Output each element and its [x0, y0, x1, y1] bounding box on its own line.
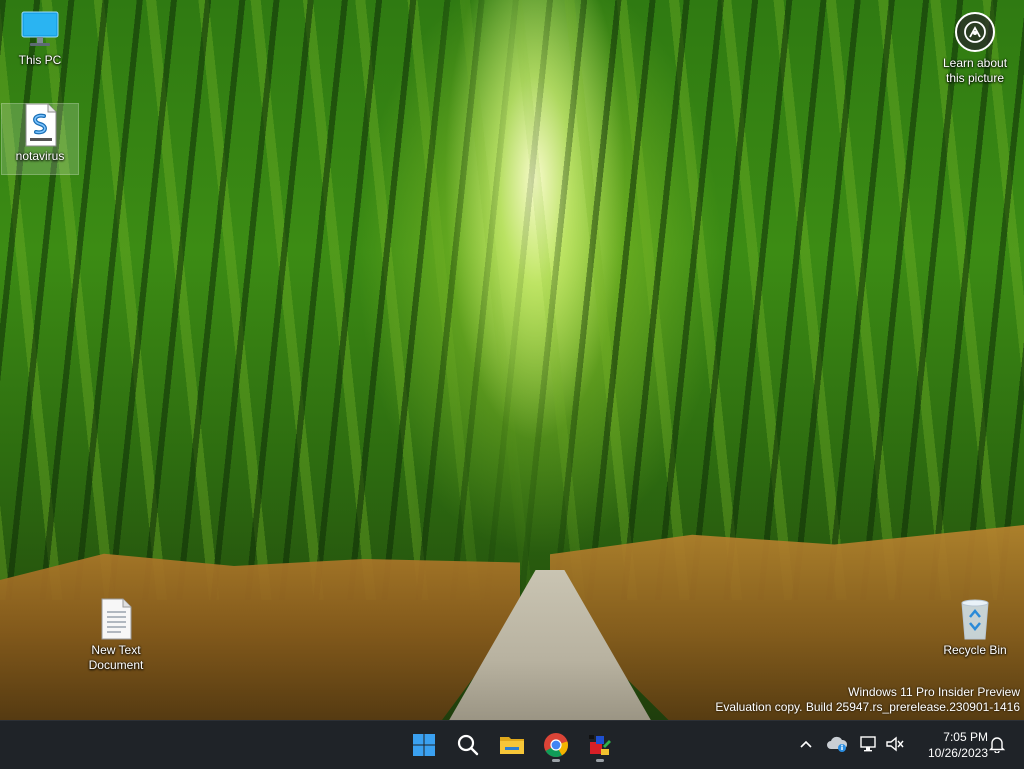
watermark-line2: Evaluation copy. Build 25947.rs_prerelea…: [715, 700, 1020, 714]
desktop-icon-label: This PC: [18, 53, 62, 67]
running-indicator: [596, 759, 604, 762]
desktop-icon-notavirus[interactable]: notavirus: [1, 103, 79, 175]
desktop-icon-label: Recycle Bin: [943, 643, 1007, 657]
folder-icon: [500, 737, 524, 754]
search-icon: [457, 734, 479, 756]
desktop-icon-label: New Text Document: [88, 643, 144, 672]
watermark-line1: Windows 11 Pro Insider Preview: [848, 685, 1020, 699]
show-desktop-button[interactable]: [1016, 729, 1024, 761]
clock-time: 7:05 PM: [943, 730, 988, 744]
learn-about-line1: Learn about: [942, 56, 1008, 70]
desktop-icon-recycle-bin[interactable]: Recycle Bin: [937, 598, 1013, 658]
notification-bell-icon: [988, 737, 1006, 753]
volume-muted-icon: [886, 736, 904, 752]
tray-overflow-button[interactable]: [795, 733, 817, 755]
evaluation-watermark: Windows 11 Pro Insider Preview Evaluatio…: [715, 685, 1020, 715]
windows-logo-icon: [413, 734, 435, 756]
chrome-icon: [544, 733, 568, 758]
wallpaper-bamboo: [0, 0, 1024, 600]
desktop-icon-this-pc[interactable]: This PC: [2, 8, 78, 68]
camera-circle-icon: [955, 12, 995, 52]
taskbar-clock[interactable]: 7:05 PM 10/26/2023: [912, 729, 988, 761]
search-button[interactable]: [450, 727, 486, 763]
script-file-icon: [19, 103, 61, 147]
chrome-button[interactable]: [538, 727, 574, 763]
paint-app-button[interactable]: [582, 727, 618, 763]
text-document-icon: [95, 598, 137, 640]
notifications-button[interactable]: [986, 733, 1008, 755]
chevron-up-icon: [800, 740, 812, 748]
desktop-wallpaper[interactable]: This PC notavirus New Text Document Recy…: [0, 0, 1024, 720]
paint-app-icon: [589, 735, 611, 755]
network-icon: [860, 736, 876, 752]
running-indicator: [552, 759, 560, 762]
onedrive-cloud-icon: [827, 736, 848, 752]
learn-about-line2: this picture: [945, 71, 1005, 85]
onedrive-tray-button[interactable]: [826, 733, 848, 755]
clock-date: 10/26/2023: [927, 746, 988, 760]
recycle-bin-icon: [954, 598, 996, 640]
start-button[interactable]: [406, 727, 442, 763]
monitor-icon: [19, 8, 61, 50]
network-tray-button[interactable]: [858, 733, 880, 755]
volume-tray-button[interactable]: [884, 733, 906, 755]
taskbar: 7:05 PM 10/26/2023: [0, 720, 1024, 769]
learn-about-picture[interactable]: Learn about this picture: [938, 10, 1012, 86]
desktop-icon-label: notavirus: [15, 149, 65, 163]
desktop-icon-new-text-document[interactable]: New Text Document: [78, 598, 154, 673]
file-explorer-button[interactable]: [494, 727, 530, 763]
